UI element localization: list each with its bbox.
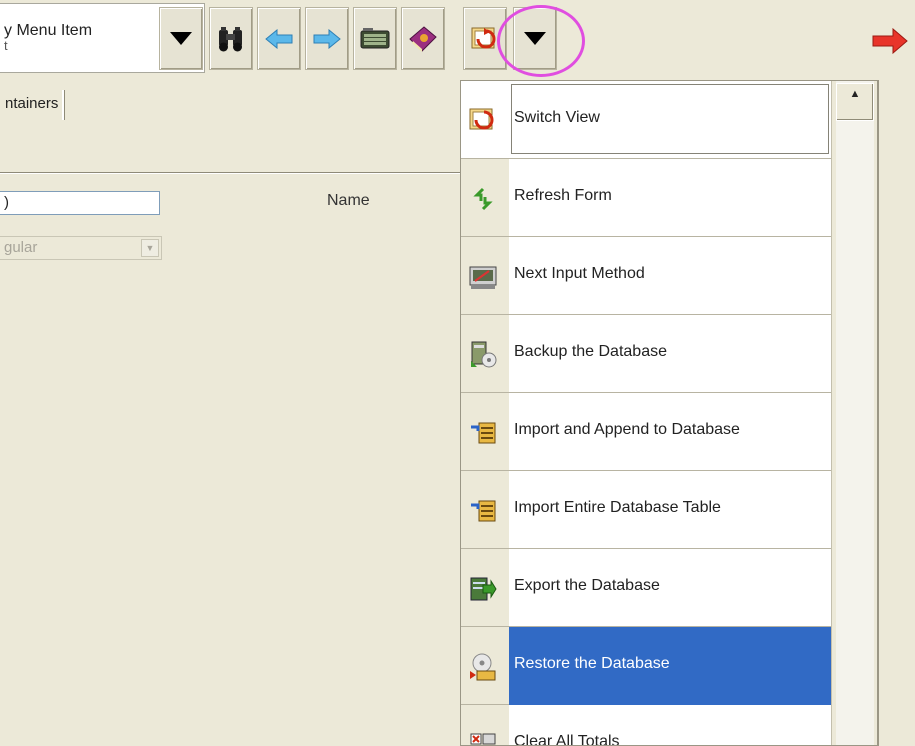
import-table-icon <box>471 500 496 522</box>
switch-view-icon <box>471 27 496 48</box>
previous-button[interactable] <box>257 7 301 70</box>
chevron-down-icon <box>170 31 192 45</box>
menu-item-label: Next Input Method <box>514 265 645 282</box>
menu-item-clear-totals[interactable]: Clear All Totals <box>461 705 831 746</box>
import-append-icon <box>471 422 496 444</box>
name-label: Name <box>327 192 370 209</box>
menu-item-label: Switch View <box>514 109 600 126</box>
menu-item-label: Import and Append to Database <box>514 421 740 438</box>
type-select-arrow[interactable]: ▼ <box>141 239 159 257</box>
type-select-value: gular <box>4 239 38 256</box>
menu-item-next-input-method[interactable]: Next Input Method <box>461 237 831 315</box>
switch-view-icon <box>469 108 494 130</box>
id-field[interactable]: ) <box>0 191 160 215</box>
chevron-down-icon <box>524 31 546 45</box>
menu-item-field-text-line2: t <box>4 38 8 53</box>
type-select[interactable]: gular ▼ <box>0 236 162 260</box>
menu-item-export-database[interactable]: Export the Database <box>461 549 831 627</box>
restore-icon <box>470 653 496 681</box>
menu-item-restore-database[interactable]: Restore the Database <box>461 627 831 705</box>
switch-view-dropdown-menu: Switch View Refresh Form Next Input Meth… <box>460 80 878 746</box>
menu-item-backup-database[interactable]: Backup the Database <box>461 315 831 393</box>
tab-containers-label: ntainers <box>5 95 59 112</box>
switch-view-dropdown-button[interactable] <box>513 7 557 70</box>
menu-item-import-table[interactable]: Import Entire Database Table <box>461 471 831 549</box>
book-icon <box>409 25 437 52</box>
menu-item-dropdown-button[interactable] <box>159 7 203 70</box>
menu-item-label: Refresh Form <box>514 187 612 204</box>
scroll-up-button[interactable]: ▲ <box>836 83 874 121</box>
toolbar: y Menu Item t <box>0 0 915 80</box>
red-arrow-right-icon[interactable] <box>872 28 908 54</box>
section-divider <box>0 172 460 174</box>
keyboard-icon <box>360 27 390 48</box>
scrollbar-track[interactable] <box>836 81 874 745</box>
menu-item-field-text: y Menu Item <box>4 22 93 39</box>
next-button[interactable] <box>305 7 349 70</box>
help-book-button[interactable] <box>401 7 445 70</box>
backup-icon <box>471 341 497 368</box>
clear-totals-icon <box>470 733 496 745</box>
dropdown-scrollbar[interactable]: ▲ <box>831 81 877 745</box>
menu-item-refresh-form[interactable]: Refresh Form <box>461 159 831 237</box>
tab-containers[interactable]: ntainers <box>0 90 65 120</box>
switch-view-button[interactable] <box>463 7 507 70</box>
find-button[interactable] <box>209 7 253 70</box>
menu-item-switch-view[interactable]: Switch View <box>461 81 831 159</box>
arrow-right-icon <box>313 28 341 49</box>
binoculars-icon <box>219 26 242 51</box>
export-icon <box>470 577 497 601</box>
refresh-icon <box>473 187 493 211</box>
menu-item-label: Restore the Database <box>514 655 670 672</box>
input-method-icon <box>469 266 497 289</box>
right-panel-edge <box>878 80 915 746</box>
menu-item-label: Import Entire Database Table <box>514 499 721 516</box>
keyboard-button[interactable] <box>353 7 397 70</box>
menu-item-import-append[interactable]: Import and Append to Database <box>461 393 831 471</box>
menu-item-label: Backup the Database <box>514 343 667 360</box>
menu-item-label: Clear All Totals <box>514 733 620 746</box>
arrow-left-icon <box>265 28 293 49</box>
menu-item-label: Export the Database <box>514 577 660 594</box>
